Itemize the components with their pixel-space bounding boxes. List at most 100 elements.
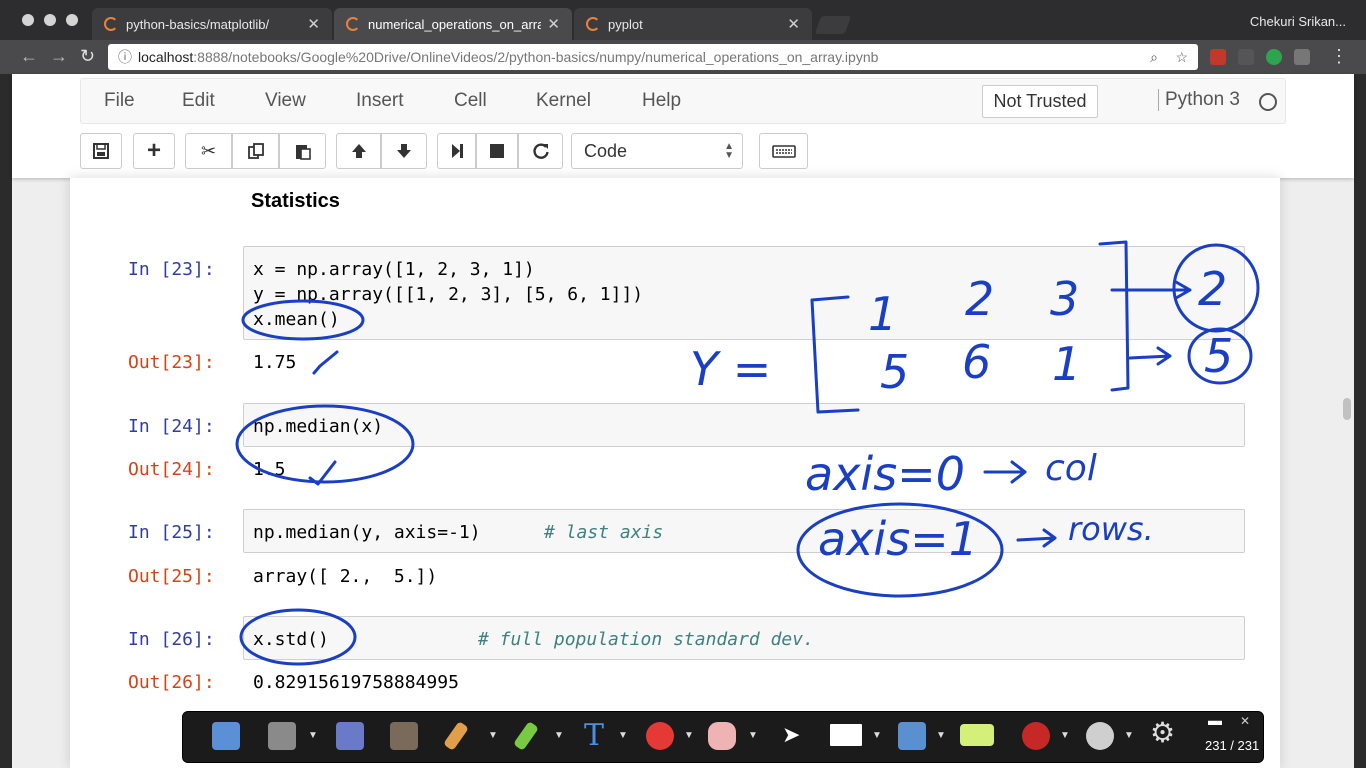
profile-name[interactable]: Chekuri Srikan...: [1250, 14, 1346, 29]
code-line: np.median(x): [253, 416, 384, 437]
copy-button[interactable]: [232, 133, 279, 169]
move-down-button[interactable]: [381, 133, 427, 169]
cell-output: 1.75: [253, 352, 297, 373]
close-tab-icon[interactable]: ✕: [307, 15, 320, 33]
restart-icon: [532, 143, 549, 159]
cell-type-select[interactable]: Code ▲ ▼: [571, 133, 743, 169]
settings-gear-icon[interactable]: ⚙: [1150, 716, 1175, 749]
menu-help[interactable]: Help: [642, 90, 681, 112]
move-up-button[interactable]: [336, 133, 381, 169]
menu-kernel[interactable]: Kernel: [536, 90, 591, 112]
step-forward-icon: [451, 144, 463, 158]
zoom-icon[interactable]: ⌕: [1150, 49, 1158, 66]
cell-type-value: Code: [584, 140, 628, 161]
code-line: np.median(y, axis=-1): [253, 522, 481, 543]
kernel-idle-indicator-icon: [1259, 93, 1277, 111]
scissors-icon: ✂: [200, 140, 217, 161]
redo-tool-icon[interactable]: [390, 722, 418, 750]
undo-tool-icon[interactable]: [336, 722, 364, 750]
not-trusted-button[interactable]: Not Trusted: [982, 85, 1098, 118]
copy-icon: [247, 143, 264, 159]
browser-menu-icon[interactable]: ⋮: [1330, 46, 1348, 67]
close-tab-icon[interactable]: ✕: [787, 15, 800, 33]
reload-icon[interactable]: ↻: [80, 46, 95, 67]
shape-tool-icon[interactable]: [646, 722, 674, 750]
maximize-window-icon[interactable]: [66, 14, 78, 26]
caret-down-icon[interactable]: ▼: [684, 730, 694, 741]
code-comment: # last axis: [544, 522, 664, 543]
menu-insert[interactable]: Insert: [356, 90, 404, 112]
keyboard-icon: [771, 145, 796, 158]
caret-down-icon[interactable]: ▼: [936, 730, 946, 741]
jupyter-favicon-icon: [104, 17, 118, 31]
tab-matplotlib[interactable]: python-basics/matplotlib/ ✕: [92, 8, 332, 40]
info-icon[interactable]: ⓘ: [118, 47, 132, 67]
interrupt-kernel-button[interactable]: [476, 133, 518, 169]
gmail-extension-icon[interactable]: [1210, 49, 1226, 65]
input-prompt: In [25]:: [128, 522, 215, 543]
close-tab-icon[interactable]: ✕: [547, 15, 560, 33]
pointer-tool-icon[interactable]: ➤: [782, 722, 800, 748]
close-toolbar-icon[interactable]: ✕: [1240, 714, 1250, 728]
output-prompt: Out[24]:: [128, 459, 215, 480]
back-arrow-icon[interactable]: ←: [20, 46, 38, 67]
caret-down-icon[interactable]: ▼: [872, 730, 882, 741]
stop-icon: [490, 144, 504, 158]
markdown-heading: Statistics: [251, 190, 340, 212]
input-prompt: In [24]:: [128, 416, 215, 437]
output-prompt: Out[26]:: [128, 672, 215, 693]
restart-kernel-button[interactable]: [518, 133, 563, 169]
insert-cell-button[interactable]: +: [133, 133, 175, 169]
grammarly-extension-icon[interactable]: [1266, 49, 1282, 65]
caret-down-icon[interactable]: ▼: [488, 730, 498, 741]
floppy-disk-icon: [93, 143, 109, 159]
minimize-window-icon[interactable]: [44, 14, 56, 26]
record-tool-icon[interactable]: [1022, 722, 1050, 750]
caret-down-icon[interactable]: ▼: [618, 730, 628, 741]
hammer-tool-icon[interactable]: [898, 722, 926, 750]
eraser-tool-icon[interactable]: [708, 722, 736, 750]
minimize-toolbar-icon[interactable]: ▬: [1208, 712, 1222, 728]
paste-button[interactable]: [279, 133, 326, 169]
extension-x-icon[interactable]: [1238, 49, 1254, 65]
cut-button[interactable]: ✂: [185, 133, 232, 169]
select-arrows-icon: ▲ ▼: [724, 141, 734, 161]
code-line: x.mean(): [253, 309, 340, 330]
caret-down-icon[interactable]: ▼: [554, 730, 564, 741]
address-bar[interactable]: ⓘ localhost:8888/notebooks/Google%20Driv…: [108, 44, 1198, 70]
save-tool-icon[interactable]: [268, 722, 296, 750]
clipboard-icon: [295, 145, 311, 160]
command-palette-button[interactable]: [759, 133, 808, 169]
close-window-icon[interactable]: [22, 14, 34, 26]
code-comment: # full population standard dev.: [478, 629, 814, 650]
select-tool-icon[interactable]: [212, 722, 240, 750]
menu-view[interactable]: View: [265, 90, 306, 112]
run-cell-button[interactable]: [437, 133, 476, 169]
menu-file[interactable]: File: [104, 90, 135, 112]
menu-edit[interactable]: Edit: [182, 90, 215, 112]
caret-down-icon[interactable]: ▼: [748, 730, 758, 741]
input-prompt: In [23]:: [128, 259, 215, 280]
forward-arrow-icon[interactable]: →: [50, 46, 68, 67]
cell-output: 1.5: [253, 459, 286, 480]
tab-label: python-basics/matplotlib/: [126, 16, 270, 32]
tab-label: numerical_operations_on_array: [368, 16, 542, 32]
text-tool-icon[interactable]: T: [584, 718, 604, 753]
caret-down-icon[interactable]: ▼: [1060, 730, 1070, 741]
caret-down-icon[interactable]: ▼: [308, 730, 318, 741]
caret-down-icon[interactable]: ▼: [1124, 730, 1134, 741]
avatar-extension-icon[interactable]: [1294, 49, 1310, 65]
browser-window: python-basics/matplotlib/ ✕ numerical_op…: [0, 0, 1366, 768]
save-button[interactable]: [80, 133, 122, 169]
jupyter-favicon-icon: [346, 17, 360, 31]
page-scrollbar[interactable]: [1343, 398, 1351, 420]
webcam-tool-icon[interactable]: [1086, 722, 1114, 750]
code-cell-input[interactable]: [243, 403, 1245, 447]
plus-icon: +: [146, 137, 161, 164]
tab-numerical-operations[interactable]: numerical_operations_on_array ✕: [334, 8, 572, 40]
screen-tool-icon[interactable]: [960, 724, 994, 746]
whiteboard-tool-icon[interactable]: [830, 724, 862, 746]
bookmark-star-icon[interactable]: ☆: [1175, 49, 1188, 66]
menu-cell[interactable]: Cell: [454, 90, 487, 112]
tab-pyplot[interactable]: pyplot ✕: [574, 8, 812, 40]
